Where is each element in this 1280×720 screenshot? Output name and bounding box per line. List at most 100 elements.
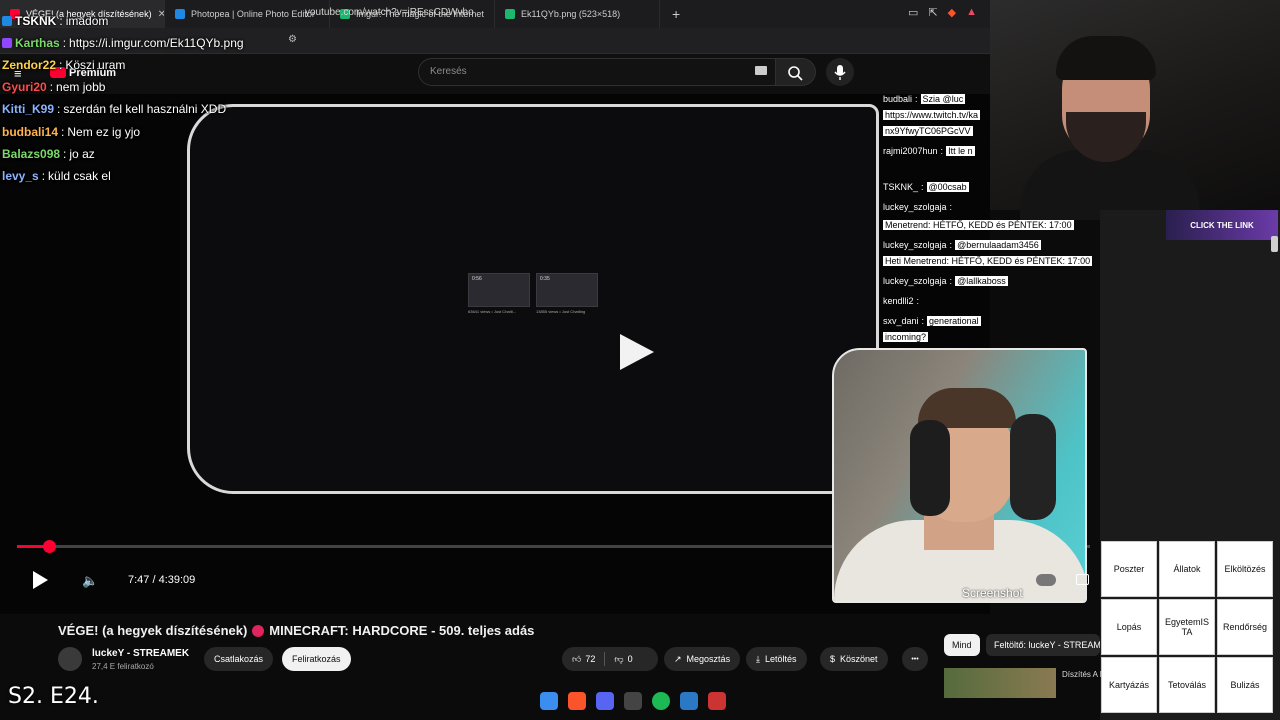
recommended-thumbnail[interactable] [944, 668, 1056, 698]
separator: : [915, 94, 918, 104]
chat-message: imádom [65, 14, 109, 28]
channel-name[interactable]: luckeY - STREAMEK [92, 648, 189, 659]
separator: : [63, 147, 67, 161]
url-text[interactable]: youtube.com/watch?v=jREssCDWvho [305, 7, 474, 18]
chat-message: Itt le n [946, 146, 975, 156]
time-display: 7:47 / 4:39:09 [128, 574, 196, 586]
grid-cell[interactable]: Állatok [1159, 541, 1215, 597]
subscribe-button[interactable]: Feliratkozás [282, 647, 351, 671]
webcam-streamer [990, 0, 1280, 220]
chip-label: Feltöltő: luckeY - STREAM [994, 640, 1100, 650]
channel-avatar[interactable] [58, 647, 82, 671]
brave-shield-icon[interactable]: ◆ [948, 6, 956, 19]
separator: : [916, 296, 920, 306]
share-icon[interactable]: ⇱ [928, 6, 937, 19]
share-button[interactable]: ↗ Megosztás [664, 647, 741, 671]
chat-message: @00csab [926, 182, 969, 192]
chat-line: incoming? [883, 332, 929, 342]
chat-line: sxv_dani: generational [883, 316, 981, 326]
voice-search-button[interactable] [826, 58, 854, 86]
close-icon[interactable]: ✕ [158, 9, 164, 20]
brave-icon[interactable] [568, 692, 586, 710]
chat-line: Balazs098: jo az [2, 147, 95, 161]
thumbs-up-icon: 👍︎ [572, 653, 582, 664]
click-the-link-banner[interactable]: CLICK THE LINK [1166, 210, 1278, 240]
screenshot-button[interactable]: Screenshot [962, 586, 1023, 600]
share-label: Megosztás [686, 654, 731, 664]
thanks-button[interactable]: $ Köszönet [820, 647, 888, 671]
chat-user: TSKNK [15, 14, 57, 28]
chat-message: https://www.twitch.tv/ka [883, 110, 981, 120]
chat-user: sxv_dani [883, 316, 919, 326]
search-button[interactable] [776, 58, 816, 86]
tab-image[interactable]: Ek11QYb.png (523×518) [495, 0, 660, 28]
grid-cell[interactable]: Kartyázás [1101, 657, 1157, 713]
chat-message: Menetrend: HÉTFŐ, KEDD és PÉNTEK: 17:00 [883, 220, 1074, 230]
windows-start-icon[interactable] [540, 692, 558, 710]
chat-line: luckey_szolgaja: @bernulaadam3456 [883, 240, 1041, 250]
grid-cell[interactable]: Lopás [1101, 599, 1157, 655]
thumb-time: 0:56 [472, 276, 482, 282]
chat-line: Gyuri20: nem jobb [2, 80, 105, 94]
chat-line: levy_s: küld csak el [2, 169, 111, 183]
episode-label: S2. E24. [8, 684, 99, 709]
recommended-title[interactable]: Díszítés A MINECRA [1062, 670, 1102, 679]
keyboard-icon[interactable] [755, 66, 767, 75]
chat-line: kendlli2: [883, 296, 919, 306]
spotify-icon[interactable] [652, 692, 670, 710]
title-part: MINECRAFT: HARDCORE - 509. teljes adás [269, 623, 535, 638]
obs-icon[interactable] [624, 692, 642, 710]
chat-message: Heti Menetrend: HÉTFŐ, KEDD és PÉNTEK: 1… [883, 256, 1093, 266]
join-button[interactable]: Csatlakozás [204, 647, 274, 671]
chip-all[interactable]: Mind [944, 634, 980, 656]
grid-cell[interactable]: Tetoválás [1159, 657, 1215, 713]
chat-user: levy_s [2, 169, 39, 183]
grid-cell[interactable]: EgyetemIS TA [1159, 599, 1215, 655]
chat-user: Kitti_K99 [2, 102, 55, 116]
cast-icon[interactable]: ▭ [908, 6, 918, 19]
dislike-button[interactable]: 👎︎ 0 [614, 654, 632, 665]
download-button[interactable]: ⤓ Letöltés [746, 647, 807, 671]
red-circle-icon [252, 624, 265, 637]
dislike-count: 0 [627, 654, 633, 664]
chat-user: Balazs098 [2, 147, 61, 161]
chat-user: Zendor22 [2, 58, 57, 72]
photos-icon[interactable] [680, 692, 698, 710]
grid-cell[interactable]: Poszter [1101, 541, 1157, 597]
search-input[interactable] [418, 58, 776, 86]
divider [604, 652, 606, 666]
play-button[interactable] [33, 571, 48, 589]
discord-icon[interactable] [596, 692, 614, 710]
captions-icon[interactable] [1076, 574, 1089, 585]
new-tab-button[interactable]: + [660, 6, 692, 22]
image-icon [505, 9, 515, 19]
grid-cell[interactable]: Elköltözés [1217, 541, 1273, 597]
separator: : [921, 182, 924, 192]
grid-cell[interactable]: Bulizás [1217, 657, 1273, 713]
like-button[interactable]: 👍︎ 72 [572, 654, 595, 665]
play-overlay-icon[interactable] [620, 334, 654, 370]
thumbs-down-icon: 👎︎ [614, 653, 624, 664]
mic-icon [834, 65, 846, 80]
chat-message: szerdán fel kell használni XDD [63, 102, 227, 116]
rewards-icon[interactable]: ▲ [966, 6, 977, 19]
app-icon[interactable] [708, 692, 726, 710]
grid-cell[interactable]: Rendőrség [1217, 599, 1273, 655]
download-icon: ⤓ [756, 653, 760, 664]
scrollbar[interactable] [1271, 236, 1278, 252]
chat-line: Menetrend: HÉTFŐ, KEDD és PÉNTEK: 17:00 [883, 220, 1074, 230]
video-title: VÉGE! (a hegyek díszítésének) MINECRAFT:… [58, 623, 534, 638]
thanks-label: Köszönet [840, 654, 878, 664]
thumbnail: 0:56 [468, 273, 530, 307]
site-info-icon[interactable]: ⚙ [288, 34, 297, 45]
chat-user: luckey_szolgaja [883, 276, 947, 286]
volume-icon[interactable]: 🔈 [82, 573, 98, 589]
taskbar [540, 692, 726, 710]
separator: : [41, 169, 46, 183]
download-label: Letöltés [764, 654, 797, 664]
chat-line: Heti Menetrend: HÉTFŐ, KEDD és PÉNTEK: 1… [883, 256, 1093, 266]
chip-uploader[interactable]: Feltöltő: luckeY - STREAM [986, 634, 1100, 656]
more-button[interactable]: ••• [902, 647, 928, 671]
autoplay-toggle[interactable] [1036, 574, 1056, 586]
chat-message: Nem ez ig yjo [67, 125, 141, 139]
